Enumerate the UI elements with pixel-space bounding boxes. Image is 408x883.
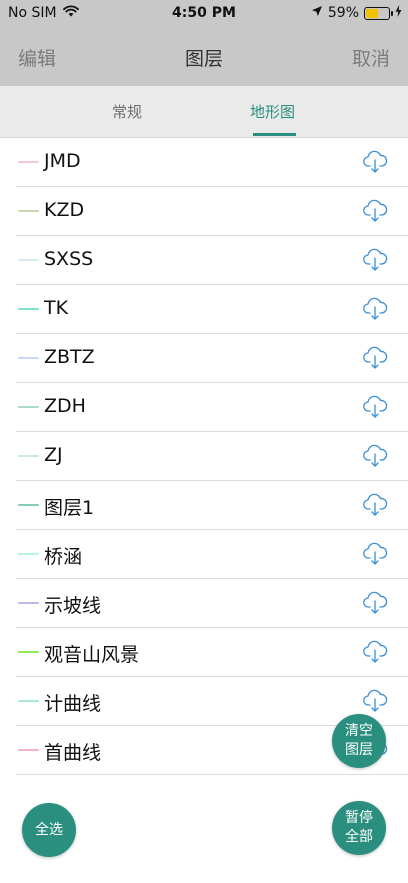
cloud-download-icon[interactable] [362,686,388,714]
charging-bolt-icon [395,5,402,21]
pause-all-label: 暂停全部 [345,810,373,845]
layer-color-swatch [18,357,39,359]
layer-row[interactable]: ZDH [16,383,408,432]
cancel-button[interactable]: 取消 [352,44,390,71]
cloud-download-icon[interactable] [362,539,388,567]
layer-name: 首曲线 [44,742,102,764]
location-arrow-icon [311,5,323,21]
layer-list: JMD KZD SXSS TK ZBTZ ZDH ZJ 图层1 桥涵示坡线观音山风景计曲线首曲线 [0,138,408,775]
select-all-label: 全选 [35,821,63,838]
layer-name: 计曲线 [44,693,102,715]
clear-layers-label: 清空图层 [345,723,373,758]
layer-name: JMD [44,150,81,172]
layer-name: KZD [44,199,85,221]
status-right: 59% [311,5,402,21]
layer-name: 示坡线 [44,595,102,617]
page-title: 图层 [184,48,223,70]
battery-percent: 59% [327,5,359,21]
layer-color-swatch [18,504,39,506]
layer-color-swatch [18,651,39,653]
cloud-download-icon[interactable] [362,147,388,175]
layer-color-swatch [18,749,39,751]
layer-color-swatch [18,602,39,604]
layer-color-swatch [18,455,39,457]
layer-name: 桥涵 [44,546,83,568]
layer-color-swatch [18,553,39,555]
layer-row[interactable]: ZBTZ [16,334,408,383]
layer-row[interactable]: JMD [16,138,408,187]
layer-row[interactable]: TK [16,285,408,334]
layer-row[interactable]: 观音山风景 [16,628,408,677]
battery-fill [366,8,379,18]
cloud-download-icon[interactable] [362,245,388,273]
tab-bar: 常规 地形图 [0,86,408,138]
layer-row[interactable]: SXSS [16,236,408,285]
battery-icon [364,6,393,20]
cloud-download-icon[interactable] [362,441,388,469]
layer-name: 观音山风景 [44,644,140,666]
status-bar: No SIM 4:50 PM 59% [0,0,408,28]
layer-name: ZJ [44,444,63,466]
clear-layers-button[interactable]: 清空图层 [332,714,386,768]
layer-color-swatch [18,210,39,212]
cloud-download-icon[interactable] [362,490,388,518]
layer-name: ZDH [44,395,86,417]
layer-name: TK [44,297,69,319]
layer-color-swatch [18,406,39,408]
layer-color-swatch [18,700,39,702]
cloud-download-icon[interactable] [362,588,388,616]
layer-name: ZBTZ [44,346,95,368]
layer-row[interactable]: 桥涵 [16,530,408,579]
cloud-download-icon[interactable] [362,637,388,665]
cloud-download-icon[interactable] [362,294,388,322]
tab-general[interactable]: 常规 [112,101,142,122]
cloud-download-icon[interactable] [362,392,388,420]
layer-color-swatch [18,161,39,163]
layer-color-swatch [18,259,39,261]
pause-all-button[interactable]: 暂停全部 [332,801,386,855]
tab-terrain-map[interactable]: 地形图 [250,101,295,122]
cloud-download-icon[interactable] [362,196,388,224]
layer-row[interactable]: 图层1 [16,481,408,530]
layer-row[interactable]: ZJ [16,432,408,481]
navigation-bar: 编辑 图层 取消 [0,28,408,86]
edit-button[interactable]: 编辑 [18,44,56,71]
layer-name: SXSS [44,248,94,270]
select-all-button[interactable]: 全选 [22,803,76,857]
layer-row[interactable]: 示坡线 [16,579,408,628]
layer-color-swatch [18,308,39,310]
layer-row[interactable]: KZD [16,187,408,236]
cloud-download-icon[interactable] [362,343,388,371]
layer-name: 图层1 [44,497,95,519]
active-tab-indicator [253,133,296,136]
